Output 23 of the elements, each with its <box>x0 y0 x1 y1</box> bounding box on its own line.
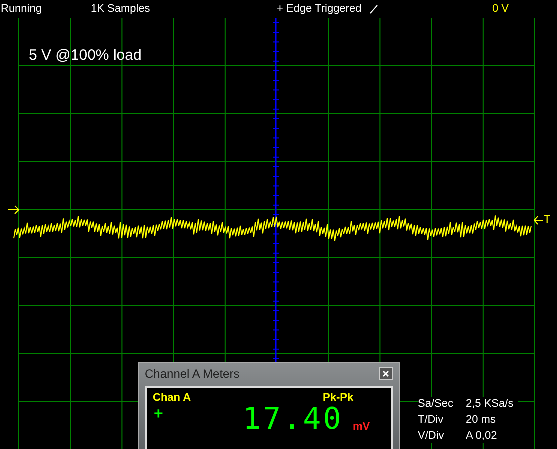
close-icon <box>383 370 389 376</box>
rising-edge-icon <box>370 4 378 14</box>
readout-value: A 0,02 <box>466 429 498 443</box>
sample-count: 1K Samples <box>91 3 152 15</box>
readout-label: T/Div <box>418 413 445 427</box>
trigger-mode: + Edge Triggered <box>277 3 362 15</box>
trigger-level: 0 V <box>492 3 509 15</box>
readout-label: V/Div <box>418 429 446 443</box>
channel-label: Chan A <box>153 392 192 404</box>
trigger-arrow-icon <box>8 206 20 214</box>
readout-value: 20 ms <box>466 413 497 427</box>
run-status: Running <box>1 3 43 15</box>
measurement-label: Pk-Pk <box>323 392 354 404</box>
readout-label: Sa/Sec <box>418 397 454 411</box>
meter-reading: 17.40 <box>243 404 344 436</box>
annotation-label: 5 V @100% load <box>29 47 142 64</box>
window-title: Channel A Meters <box>145 366 240 380</box>
unit-label: mV <box>353 421 370 433</box>
polarity-sign: + <box>154 406 164 424</box>
trigger-marker: T <box>544 214 551 226</box>
readout-value: 2,5 KSa/s <box>466 397 514 411</box>
close-button[interactable] <box>379 367 393 380</box>
left-arrow-icon <box>534 216 543 224</box>
